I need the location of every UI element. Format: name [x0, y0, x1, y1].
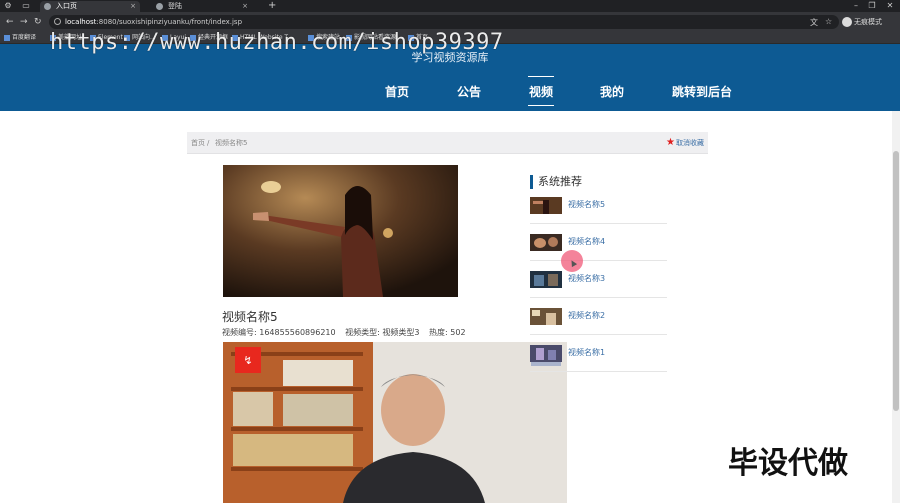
- video-player[interactable]: ↯: [223, 342, 567, 503]
- reload-icon[interactable]: ↻: [34, 16, 42, 28]
- video-type-value: 视频类型3: [382, 328, 420, 337]
- svg-text:↯: ↯: [243, 354, 252, 367]
- nav-notice[interactable]: 公告: [457, 83, 481, 100]
- unfavorite-label: 取消收藏: [676, 139, 704, 147]
- recommend-thumbnail: [530, 234, 562, 251]
- bookmark-item[interactable]: 百度翻译: [4, 33, 36, 43]
- browser-tab-bar: ⚙ ▭ 入口页 × 登陆 × + – ❐ ✕: [0, 0, 900, 12]
- close-tab-icon[interactable]: ×: [130, 1, 136, 12]
- address-toolbar: ← → ↻ localhost:8080/suoxishipinziyuanku…: [0, 12, 900, 32]
- video-type: 视频类型: 视频类型3: [345, 328, 419, 337]
- thumb-image: [530, 345, 562, 362]
- video-frame: ↯: [223, 342, 567, 503]
- browser-tab-login[interactable]: 登陆 ×: [152, 1, 252, 12]
- video-heat: 热度: 502: [429, 328, 466, 337]
- nav-admin[interactable]: 跳转到后台: [672, 83, 732, 100]
- bookmark-label: 百度翻译: [12, 34, 37, 41]
- recommend-thumbnail: [530, 308, 562, 325]
- globe-icon: [44, 3, 51, 10]
- thumb-image: [530, 197, 562, 214]
- restore-icon[interactable]: ❐: [866, 0, 878, 12]
- promo-overlay: 毕设代做: [728, 446, 848, 481]
- url-path: :8080/suoxishipinziyuanku/front/index.js…: [96, 18, 243, 26]
- forward-arrow-icon[interactable]: →: [20, 16, 28, 28]
- recommend-title[interactable]: 视频名称2: [568, 310, 605, 321]
- scrollbar-thumb[interactable]: [893, 151, 899, 411]
- bookmark-star-icon[interactable]: ☆: [825, 17, 832, 26]
- back-arrow-icon[interactable]: ←: [6, 16, 14, 28]
- nav-video[interactable]: 视频: [527, 76, 555, 106]
- tab-label: 登陆: [168, 2, 182, 10]
- unfavorite-button[interactable]: ★取消收藏: [666, 132, 704, 154]
- browser-tab-entry[interactable]: 入口页 ×: [40, 1, 140, 12]
- window-menu-icon[interactable]: ⚙: [2, 0, 14, 12]
- breadcrumb: 首页 / 视频名称5 ★取消收藏: [187, 132, 708, 154]
- incognito-label: 无痕模式: [854, 18, 882, 26]
- close-tab-icon[interactable]: ×: [242, 1, 248, 12]
- tab-label: 入口页: [56, 2, 77, 10]
- video-heat-value: 502: [450, 328, 466, 337]
- star-icon: ★: [666, 137, 675, 148]
- breadcrumb-home[interactable]: 首页: [191, 132, 205, 154]
- recommend-thumbnail: [530, 271, 562, 288]
- recommend-thumbnail: [530, 197, 562, 214]
- page-scrollbar[interactable]: [892, 111, 900, 503]
- recommend-item[interactable]: 视频名称2: [530, 299, 667, 335]
- thumb-image: [530, 308, 562, 325]
- recommend-item[interactable]: 视频名称3: [530, 262, 667, 298]
- recommend-heading: 系统推荐: [530, 175, 582, 189]
- main-nav: 首页 公告 视频 我的 跳转到后台: [0, 76, 900, 106]
- video-number: 视频编号: 164855560896210: [222, 328, 336, 337]
- recommend-item[interactable]: 视频名称4: [530, 225, 667, 261]
- recommend-item[interactable]: 视频名称5: [530, 188, 667, 224]
- url-input[interactable]: localhost:8080/suoxishipinziyuanku/front…: [49, 15, 839, 29]
- globe-icon: [156, 3, 163, 10]
- bookmark-icon: [4, 34, 10, 41]
- url-watermark: https://www.huzhan.com/ishop39397: [50, 30, 504, 55]
- video-meta: 视频编号: 164855560896210 视频类型: 视频类型3 热度: 50…: [222, 327, 473, 338]
- video-number-value: 164855560896210: [259, 328, 336, 337]
- recommend-title[interactable]: 视频名称4: [568, 236, 605, 247]
- info-icon[interactable]: [54, 18, 61, 25]
- new-tab-icon[interactable]: +: [268, 0, 276, 12]
- video-heat-label: 热度:: [429, 328, 448, 337]
- close-window-icon[interactable]: ✕: [884, 0, 896, 12]
- breadcrumb-current: 视频名称5: [215, 139, 248, 147]
- url-host: localhost: [65, 18, 97, 26]
- thumb-image: [530, 271, 562, 288]
- recommend-item[interactable]: 视频名称1: [530, 336, 667, 372]
- video-title: 视频名称5: [222, 310, 278, 324]
- recommend-thumbnail: [530, 345, 562, 362]
- nav-home[interactable]: 首页: [385, 83, 409, 100]
- breadcrumb-separator: /: [207, 139, 210, 147]
- nav-mine[interactable]: 我的: [600, 83, 624, 100]
- video-number-label: 视频编号:: [222, 328, 257, 337]
- thumb-image: [530, 234, 562, 251]
- translate-icon[interactable]: 文: [810, 17, 818, 28]
- recommend-title[interactable]: 视频名称1: [568, 347, 605, 358]
- minimize-icon[interactable]: –: [850, 0, 862, 12]
- tab-search-icon[interactable]: ▭: [20, 0, 32, 12]
- mouse-cursor-icon: [561, 250, 583, 272]
- video-type-label: 视频类型:: [345, 328, 380, 337]
- incognito-icon: [842, 17, 852, 27]
- recommend-title[interactable]: 视频名称5: [568, 199, 605, 210]
- video-poster: [223, 165, 458, 297]
- poster-image: [223, 165, 458, 297]
- incognito-indicator[interactable]: 无痕模式: [842, 15, 882, 29]
- recommend-title[interactable]: 视频名称3: [568, 273, 605, 284]
